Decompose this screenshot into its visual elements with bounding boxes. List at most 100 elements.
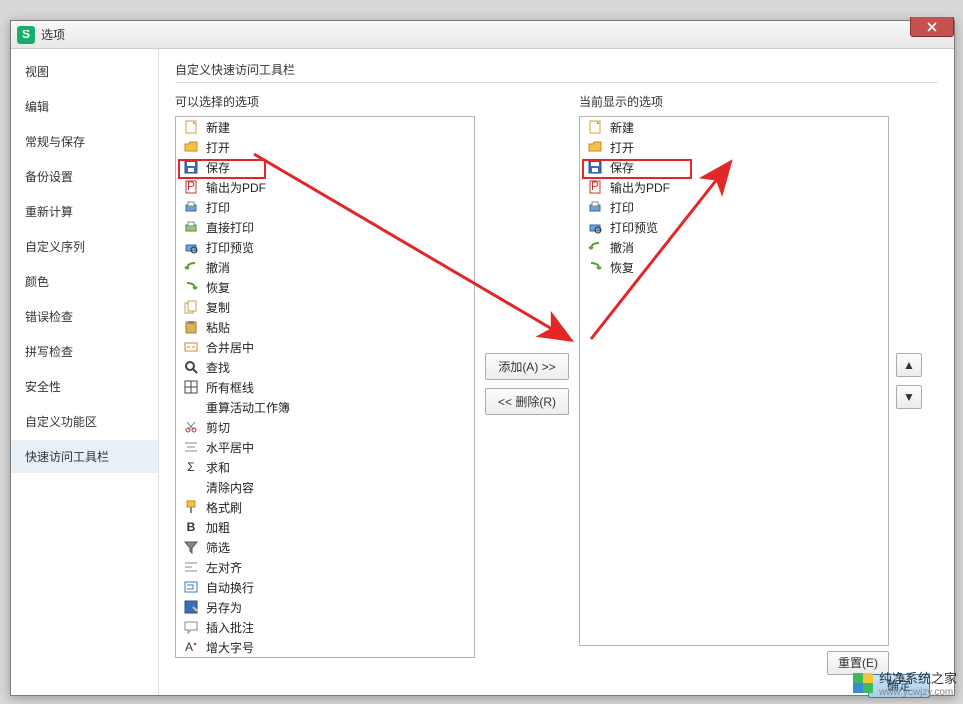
sidebar-item-2[interactable]: 常规与保存 [11, 125, 158, 158]
list-item-label: 重算活动工作簿 [206, 399, 290, 416]
sidebar-item-1[interactable]: 编辑 [11, 90, 158, 123]
wrap-icon [182, 579, 200, 595]
list-item[interactable]: 粘贴 [176, 317, 474, 337]
sidebar-item-9[interactable]: 安全性 [11, 370, 158, 403]
list-item[interactable]: Σ 求和 [176, 457, 474, 477]
list-item[interactable]: 打开 [176, 137, 474, 157]
list-item-label: 插入批注 [206, 619, 254, 636]
font-grow-icon: A [182, 639, 200, 655]
list-item-label: 撤消 [610, 239, 634, 256]
list-item[interactable]: 打印预览 [580, 217, 888, 237]
list-item-label: 加粗 [206, 519, 230, 536]
section-title: 自定义快速访问工具栏 [175, 61, 938, 83]
list-item-label: 求和 [206, 459, 230, 476]
list-item[interactable]: 打印预览 [176, 237, 474, 257]
list-item[interactable]: 新建 [580, 117, 888, 137]
current-listbox[interactable]: 新建打开保存P输出为PDF 打印打印预览撤消恢复 [579, 116, 889, 646]
align-left-icon [182, 559, 200, 575]
list-item[interactable]: 筛选 [176, 537, 474, 557]
sidebar-item-8[interactable]: 拼写检查 [11, 335, 158, 368]
list-item-label: 查找 [206, 359, 230, 376]
sidebar: 视图编辑常规与保存备份设置重新计算自定义序列颜色错误检查拼写检查安全性自定义功能… [11, 49, 159, 695]
list-item[interactable]: 复制 [176, 297, 474, 317]
titlebar: S 选项 [11, 21, 954, 49]
add-button[interactable]: 添加(A) >> [485, 353, 569, 380]
options-dialog: S 选项 视图编辑常规与保存备份设置重新计算自定义序列颜色错误检查拼写检查安全性… [10, 20, 955, 696]
save-as-icon [182, 599, 200, 615]
sidebar-item-5[interactable]: 自定义序列 [11, 230, 158, 263]
list-item[interactable]: 新建 [176, 117, 474, 137]
list-item-label: 合并居中 [206, 339, 254, 356]
list-item[interactable]: 直接打印 [176, 217, 474, 237]
list-item-label: 左对齐 [206, 559, 242, 576]
sidebar-item-7[interactable]: 错误检查 [11, 300, 158, 333]
list-item[interactable]: 打印 [580, 197, 888, 217]
print-preview-icon [182, 239, 200, 255]
list-item-label: 打印 [206, 199, 230, 216]
bold-icon: B [182, 519, 200, 535]
list-item[interactable]: 剪切 [176, 417, 474, 437]
list-item[interactable]: B 加粗 [176, 517, 474, 537]
undo-icon [586, 239, 604, 255]
cut-icon [182, 419, 200, 435]
list-item-label: 恢复 [206, 279, 230, 296]
list-item[interactable]: 所有框线 [176, 377, 474, 397]
blank-icon [182, 479, 200, 495]
svg-text:A: A [185, 640, 193, 654]
list-item[interactable]: 保存 [176, 157, 474, 177]
list-item[interactable]: A增大字号 [176, 637, 474, 657]
list-item[interactable]: P输出为PDF [176, 177, 474, 197]
sidebar-item-3[interactable]: 备份设置 [11, 160, 158, 193]
sidebar-item-10[interactable]: 自定义功能区 [11, 405, 158, 438]
close-button[interactable] [910, 17, 954, 37]
redo-icon [586, 259, 604, 275]
list-item[interactable]: 插入批注 [176, 617, 474, 637]
list-item-label: 输出为PDF [610, 179, 670, 196]
list-item-label: 粘贴 [206, 319, 230, 336]
print-icon [586, 199, 604, 215]
list-item[interactable]: 撤消 [580, 237, 888, 257]
list-item[interactable]: 打开 [580, 137, 888, 157]
list-item-label: 复制 [206, 299, 230, 316]
open-icon [182, 139, 200, 155]
list-item[interactable]: 恢复 [176, 277, 474, 297]
borders-icon [182, 379, 200, 395]
list-item[interactable]: 重算活动工作簿 [176, 397, 474, 417]
right-list-label: 当前显示的选项 [579, 93, 889, 110]
available-listbox[interactable]: 新建打开保存P输出为PDF 打印直接打印打印预览撤消恢复复制粘贴合并居中查找所有框… [175, 116, 475, 658]
list-item-label: 打印预览 [610, 219, 658, 236]
sidebar-item-0[interactable]: 视图 [11, 55, 158, 88]
list-item[interactable]: 格式刷 [176, 497, 474, 517]
list-item-label: 打印 [610, 199, 634, 216]
list-item-label: 自动换行 [206, 579, 254, 596]
open-icon [586, 139, 604, 155]
watermark: 纯净系统之家 www.ycwjzy.com [853, 668, 957, 698]
list-item[interactable]: 另存为 [176, 597, 474, 617]
watermark-logo [853, 673, 873, 693]
list-item[interactable]: 撤消 [176, 257, 474, 277]
list-item[interactable]: 打印 [176, 197, 474, 217]
list-item[interactable]: 左对齐 [176, 557, 474, 577]
list-item[interactable]: 合并居中 [176, 337, 474, 357]
list-item-label: 筛选 [206, 539, 230, 556]
list-item-label: 保存 [206, 159, 230, 176]
save-icon [182, 159, 200, 175]
list-item[interactable]: P输出为PDF [580, 177, 888, 197]
list-item[interactable]: 自动换行 [176, 577, 474, 597]
list-item[interactable]: 查找 [176, 357, 474, 377]
format-painter-icon [182, 499, 200, 515]
list-item[interactable]: 恢复 [580, 257, 888, 277]
list-item[interactable]: 保存 [580, 157, 888, 177]
list-item-label: 直接打印 [206, 219, 254, 236]
move-down-button[interactable]: ▼ [896, 385, 922, 409]
list-item[interactable]: 清除内容 [176, 477, 474, 497]
sidebar-item-6[interactable]: 颜色 [11, 265, 158, 298]
list-item[interactable]: 水平居中 [176, 437, 474, 457]
remove-button[interactable]: << 删除(R) [485, 388, 569, 415]
watermark-url: www.ycwjzy.com [879, 687, 957, 698]
sidebar-item-4[interactable]: 重新计算 [11, 195, 158, 228]
move-up-button[interactable]: ▲ [896, 353, 922, 377]
sum-icon: Σ [182, 459, 200, 475]
list-item-label: 剪切 [206, 419, 230, 436]
sidebar-item-11[interactable]: 快速访问工具栏 [11, 440, 158, 473]
